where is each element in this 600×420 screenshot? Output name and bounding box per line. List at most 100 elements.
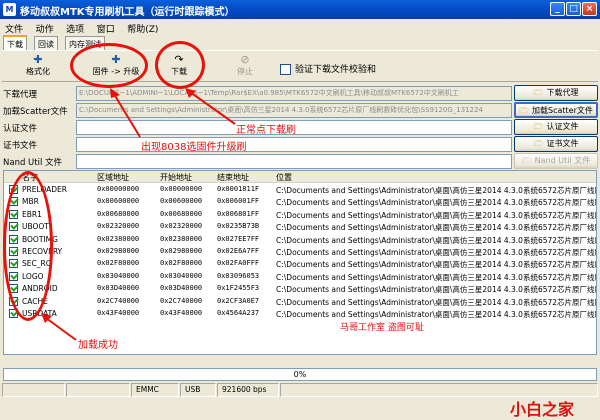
stop-icon: ⊘ <box>240 53 250 66</box>
partition-list-highlight <box>3 171 53 321</box>
verify-checksum-label: 验证下载文件校验和 <box>295 65 377 75</box>
app-icon: M <box>3 3 16 16</box>
region-address: 0x2C740000 <box>97 296 140 305</box>
status-cell-2 <box>66 383 130 397</box>
progress-bar: 0% <box>3 368 597 381</box>
nand-util-button[interactable]: 🗁 Nand Util 文件 <box>514 153 598 169</box>
download-agent-button[interactable]: 🗁 下载代理 <box>514 85 598 101</box>
normal-download-note: 正常点下载刷 <box>236 125 296 136</box>
table-row[interactable]: BOOTIMG 0x02380000 0x02380000 0x027EE7FF C:\… <box>4 234 597 246</box>
status-cell-1 <box>2 383 65 397</box>
end-address: 0x4564A237 <box>217 308 260 317</box>
download-agent-row: 下载代理 E:\DOCUME~1\ADMINI~1\LOCALS~1\Temp\… <box>3 85 598 101</box>
status-port: USB <box>180 383 216 397</box>
start-address: 0x02F80000 <box>160 259 203 268</box>
scatter-file-row: 加载Scatter文件 C:\Documents and Settings\Ad… <box>3 102 598 118</box>
start-address: 0x2C740000 <box>160 296 203 305</box>
table-row[interactable]: MBR 0x00600000 0x00600000 0x006001FF C:\Docu… <box>4 196 597 208</box>
table-row[interactable]: USRDATA 0x43F40000 0x43F40000 0x4564A237 C:\… <box>4 308 597 320</box>
nand-util-label: Nand Util 文件 <box>3 158 63 168</box>
region-address: 0x00600000 <box>97 197 140 206</box>
brand-watermark: 小白之家 <box>510 400 575 419</box>
auth-file-label: 认证文件 <box>3 124 38 134</box>
partition-location: C:\Documents and Settings\Administrator\… <box>276 247 597 257</box>
folder-icon: 🗁 <box>519 106 530 115</box>
title-bar: M 移动叔叔MTK专用刷机工具（运行时跟踪模式） _ □ × <box>0 0 600 19</box>
download-agent-path[interactable]: E:\DOCUME~1\ADMINI~1\LOCALS~1\Temp\Rar$E… <box>76 86 512 101</box>
end-address: 0x027EE7FF <box>217 234 260 243</box>
nand-util-row: Nand Util 文件 🗁 Nand Util 文件 <box>3 153 598 169</box>
list-body: PRELOADER 0x00000000 0x00000000 0x0001811F C… <box>4 184 597 320</box>
stop-button[interactable]: ⊘ 停止 <box>230 53 260 80</box>
partition-location: C:\Documents and Settings\Administrator\… <box>276 210 597 220</box>
watermark-text: 马哥工作室 盗图可耻 <box>340 323 424 333</box>
partition-location: C:\Documents and Settings\Administrator\… <box>276 297 597 307</box>
cert-file-row: 证书文件 🗁 证书文件 <box>3 136 598 152</box>
table-row[interactable]: LOGO 0x03040000 0x03040000 0x03096053 C:\Doc… <box>4 271 597 283</box>
verify-checksum-checkbox[interactable] <box>280 64 291 75</box>
region-address: 0x43F40000 <box>97 308 140 317</box>
download-agent-label: 下载代理 <box>3 90 38 100</box>
partition-location: C:\Documents and Settings\Administrator\… <box>276 272 597 282</box>
status-storage: EMMC <box>131 383 179 397</box>
menu-bar: 文件 动作 选项 窗口 帮助(Z) <box>0 19 600 35</box>
download-highlight <box>155 41 205 89</box>
auth-file-row: 认证文件 🗁 认证文件 <box>3 119 598 135</box>
column-region[interactable]: 区域地址 <box>97 172 129 183</box>
column-end[interactable]: 结束地址 <box>217 172 249 183</box>
region-address: 0x02320000 <box>97 222 140 231</box>
auth-file-button[interactable]: 🗁 认证文件 <box>514 119 598 135</box>
region-address: 0x02380000 <box>97 234 140 243</box>
minimize-button[interactable]: _ <box>550 2 565 16</box>
format-button[interactable]: ✚ 格式化 <box>18 53 58 80</box>
end-address: 0x03096053 <box>217 271 260 280</box>
partition-location: C:\Documents and Settings\Administrator\… <box>276 309 597 319</box>
menu-action[interactable]: 动作 <box>31 19 59 35</box>
menu-window[interactable]: 窗口 <box>92 19 120 35</box>
end-address: 0x02E6A7FF <box>217 246 260 255</box>
partition-location: C:\Documents and Settings\Administrator\… <box>276 223 597 233</box>
start-address: 0x00600000 <box>160 197 203 206</box>
status-cell-6 <box>280 383 598 397</box>
region-address: 0x03040000 <box>97 271 140 280</box>
region-address: 0x00680000 <box>97 209 140 218</box>
status-baud: 921600 bps <box>217 383 279 397</box>
end-address: 0x2CF3A0E7 <box>217 296 260 305</box>
end-address: 0x0001811F <box>217 185 260 193</box>
scatter-file-path[interactable]: C:\Documents and Settings\Administrator\… <box>76 103 512 118</box>
end-address: 0x006801FF <box>217 209 260 218</box>
partition-location: C:\Documents and Settings\Administrator\… <box>276 198 597 208</box>
menu-file[interactable]: 文件 <box>0 19 28 35</box>
start-address: 0x02980000 <box>160 246 203 255</box>
table-row[interactable]: UBOOT 0x02320000 0x02320000 0x0235B73B C:\Do… <box>4 221 597 233</box>
tab-readback[interactable]: 回读 <box>34 36 58 50</box>
table-row[interactable]: EBR1 0x00680000 0x00680000 0x006801FF C:\Doc… <box>4 209 597 221</box>
load-scatter-button[interactable]: 🗁 加载Scatter文件 <box>514 102 598 118</box>
table-row[interactable]: SEC_RO 0x02F80000 0x02F80000 0x02FA0FFF C:\D… <box>4 258 596 270</box>
partition-list: 名字 区域地址 开始地址 结束地址 位置 PRELOADER 0x00000000… <box>3 170 597 355</box>
region-address: 0x02980000 <box>97 246 140 255</box>
column-location[interactable]: 位置 <box>276 172 292 183</box>
partition-location: C:\Documents and Settings\Administrator\… <box>276 235 597 245</box>
tab-download[interactable]: 下载 <box>3 35 27 50</box>
table-row[interactable]: PRELOADER 0x00000000 0x00000000 0x0001811F C… <box>4 184 596 196</box>
table-row[interactable]: CACHE 0x2C740000 0x2C740000 0x2CF3A0E7 C:\Do… <box>4 296 597 308</box>
cert-file-button[interactable]: 🗁 证书文件 <box>514 136 598 152</box>
close-button[interactable]: × <box>582 2 597 16</box>
folder-icon: 🗁 <box>533 88 544 97</box>
maximize-button[interactable]: □ <box>566 2 581 16</box>
verify-checksum-option[interactable]: 验证下载文件校验和 <box>280 62 376 75</box>
nand-util-path[interactable] <box>76 154 512 169</box>
table-row[interactable]: RECOVERY 0x02980000 0x02980000 0x02E6A7FF C:… <box>4 246 597 258</box>
end-address: 0x0235B73B <box>217 222 260 231</box>
column-start[interactable]: 开始地址 <box>160 172 192 183</box>
partition-location: C:\Documents and Settings\Administrator\… <box>276 285 597 295</box>
start-address: 0x02320000 <box>160 222 203 231</box>
region-address: 0x03D40000 <box>97 284 140 293</box>
table-row[interactable]: ANDROID 0x03D40000 0x03D40000 0x1F2455F3 C:\… <box>4 283 597 295</box>
menu-help[interactable]: 帮助(Z) <box>122 19 163 35</box>
load-success-note: 加载成功 <box>78 340 118 351</box>
firmware-upgrade-note: 出现8038选固件升级刷 <box>141 142 247 153</box>
menu-options[interactable]: 选项 <box>61 19 89 35</box>
start-address: 0x03D40000 <box>160 284 203 293</box>
